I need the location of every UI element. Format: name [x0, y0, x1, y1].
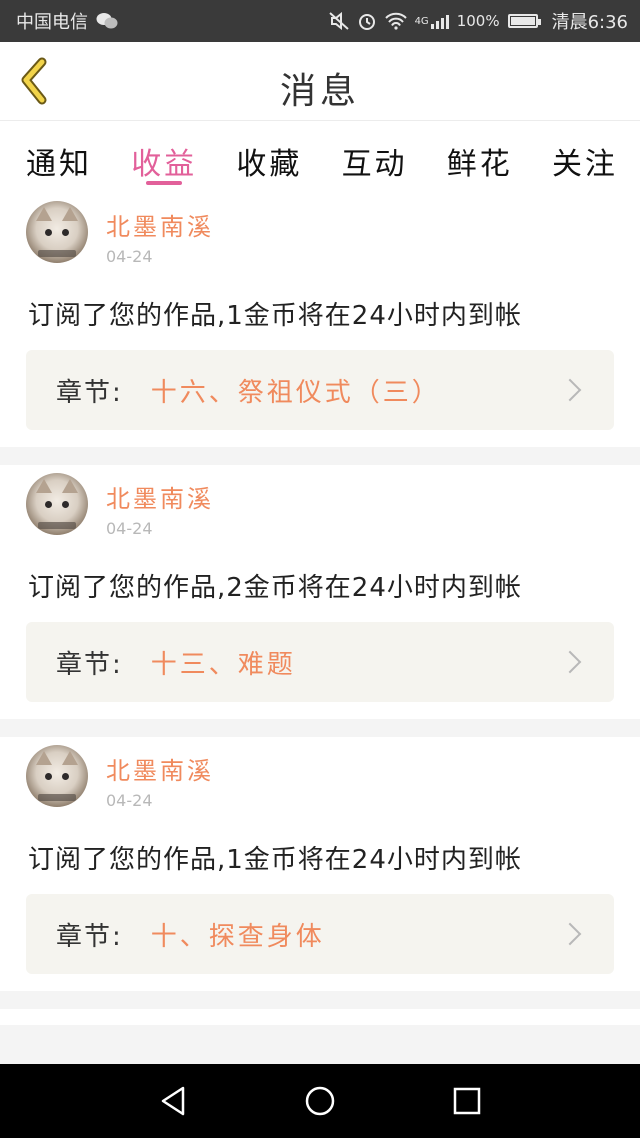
user-name[interactable]: 北墨南溪 [106, 207, 214, 242]
next-card-peek [0, 1009, 640, 1025]
alarm-icon [357, 11, 377, 31]
network-label: 4G [414, 16, 429, 27]
clock: 清晨6:36 [551, 12, 628, 33]
circle-home-icon [305, 1086, 335, 1116]
carrier-label: 中国电信 [16, 12, 88, 33]
square-recents-icon [453, 1087, 480, 1115]
tab-favorites[interactable]: 收藏 [236, 121, 302, 193]
tab-flowers[interactable]: 鲜花 [447, 121, 513, 193]
chapter-link[interactable]: 章节: 十、探查身体 [26, 894, 614, 974]
message-date: 04-24 [106, 519, 153, 538]
nav-home-button[interactable] [296, 1077, 344, 1125]
chapter-link[interactable]: 章节: 十六、祭祖仪式（三） [26, 350, 614, 430]
avatar[interactable] [26, 745, 88, 807]
wifi-icon [384, 12, 407, 30]
avatar[interactable] [26, 473, 88, 535]
tab-following[interactable]: 关注 [552, 121, 618, 193]
chapter-link[interactable]: 章节: 十三、难题 [26, 622, 614, 702]
status-bar: 中国电信 4G 100% 清晨6:36 [0, 0, 640, 42]
user-name[interactable]: 北墨南溪 [106, 751, 214, 786]
chevron-right-icon [558, 650, 582, 674]
app-header: 消息 [0, 42, 640, 121]
message-text: 订阅了您的作品,2金币将在24小时内到帐 [28, 573, 522, 603]
battery-icon [507, 14, 541, 28]
tab-earnings[interactable]: 收益 [131, 121, 197, 193]
user-name[interactable]: 北墨南溪 [106, 479, 214, 514]
chevron-right-icon [558, 378, 582, 402]
chapter-title: 十、探查身体 [150, 921, 325, 952]
message-date: 04-24 [106, 791, 153, 810]
nav-back-button[interactable] [149, 1077, 197, 1125]
category-tabs: 通知 收益 收藏 互动 鲜花 关注 [0, 121, 640, 193]
chapter-label: 章节: [56, 377, 123, 408]
avatar[interactable] [26, 201, 88, 263]
mute-icon [328, 12, 349, 30]
tab-notifications[interactable]: 通知 [26, 121, 92, 193]
wechat-icon [96, 12, 118, 30]
message-card: 北墨南溪 04-24 订阅了您的作品,1金币将在24小时内到帐 章节: 十六、祭… [0, 193, 640, 447]
triangle-back-icon [162, 1086, 185, 1116]
nav-recents-button[interactable] [443, 1077, 491, 1125]
message-card: 北墨南溪 04-24 订阅了您的作品,2金币将在24小时内到帐 章节: 十三、难… [0, 465, 640, 719]
chapter-title: 十六、祭祖仪式（三） [150, 377, 441, 408]
message-date: 04-24 [106, 247, 153, 266]
chapter-label: 章节: [56, 649, 123, 680]
signal-icon [430, 13, 449, 29]
system-nav-bar [0, 1064, 640, 1138]
message-list: 北墨南溪 04-24 订阅了您的作品,1金币将在24小时内到帐 章节: 十六、祭… [0, 193, 640, 1025]
tab-interactions[interactable]: 互动 [342, 121, 408, 193]
battery-percent: 100% [456, 12, 500, 30]
chapter-label: 章节: [56, 921, 123, 952]
chapter-title: 十三、难题 [150, 649, 296, 680]
message-text: 订阅了您的作品,1金币将在24小时内到帐 [28, 845, 522, 875]
message-text: 订阅了您的作品,1金币将在24小时内到帐 [28, 301, 522, 331]
message-card: 北墨南溪 04-24 订阅了您的作品,1金币将在24小时内到帐 章节: 十、探查… [0, 737, 640, 991]
page-title: 消息 [279, 71, 360, 112]
chevron-right-icon [558, 922, 582, 946]
